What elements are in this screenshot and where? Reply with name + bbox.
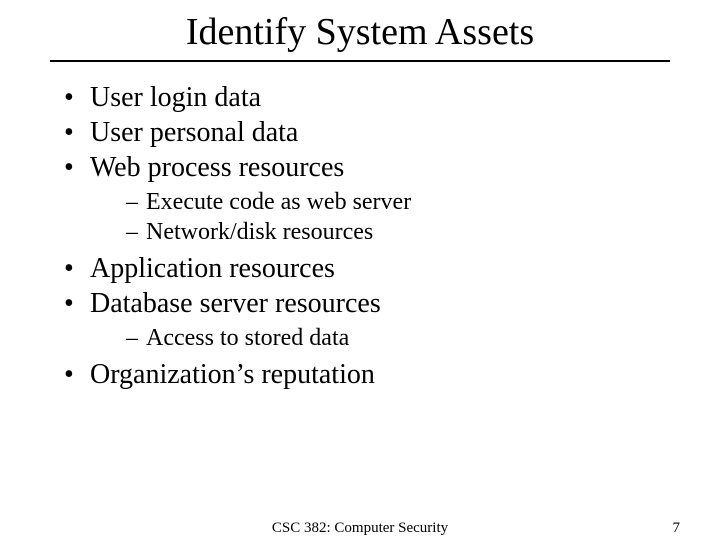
list-item: Application resources xyxy=(64,251,670,286)
list-item: Organization’s reputation xyxy=(64,357,670,392)
bullet-text: Application resources xyxy=(90,253,335,284)
list-item: User login data xyxy=(64,80,670,115)
bullet-list: User login data User personal data Web p… xyxy=(50,80,670,392)
list-item: Web process resources Execute code as we… xyxy=(64,150,670,247)
bullet-text: Database server resources xyxy=(90,288,381,319)
bullet-text: User personal data xyxy=(90,117,298,148)
list-item: Database server resources Access to stor… xyxy=(64,286,670,353)
title-block: Identify System Assets xyxy=(50,10,670,62)
sub-list: Access to stored data xyxy=(90,323,670,353)
slide-title: Identify System Assets xyxy=(50,10,670,60)
bullet-text: Execute code as web server xyxy=(146,189,411,215)
sub-list: Execute code as web server Network/disk … xyxy=(90,187,670,247)
footer-course: CSC 382: Computer Security xyxy=(0,520,720,537)
bullet-text: Organization’s reputation xyxy=(90,359,375,390)
bullet-text: Access to stored data xyxy=(146,325,349,351)
bullet-text: Network/disk resources xyxy=(146,219,373,245)
bullet-text: User login data xyxy=(90,82,261,113)
list-item: User personal data xyxy=(64,115,670,150)
sub-list-item: Network/disk resources xyxy=(126,217,670,247)
slide: Identify System Assets User login data U… xyxy=(0,0,720,540)
sub-list-item: Access to stored data xyxy=(126,323,670,353)
title-underline xyxy=(50,60,670,62)
page-number: 7 xyxy=(673,520,681,537)
bullet-text: Web process resources xyxy=(90,152,344,183)
sub-list-item: Execute code as web server xyxy=(126,187,670,217)
